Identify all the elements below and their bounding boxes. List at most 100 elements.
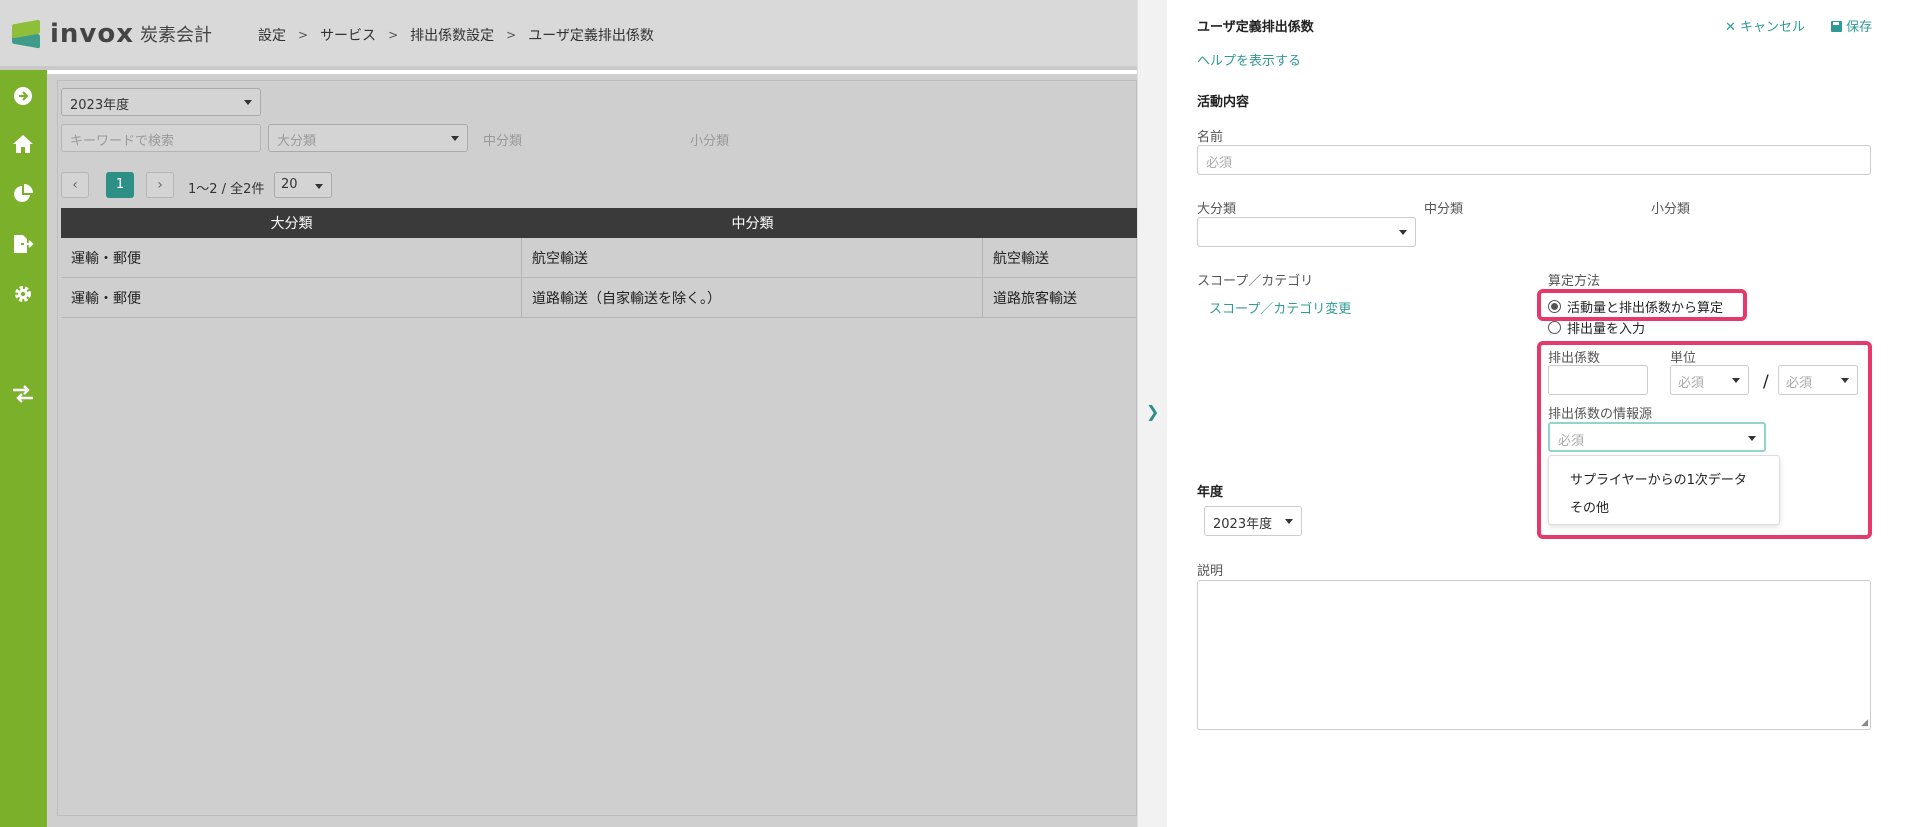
brand-name: invox xyxy=(50,19,135,49)
middle-label: 中分類 xyxy=(1424,202,1464,217)
breadcrumb-item-user-factor: ユーザ定義排出係数 xyxy=(528,28,654,44)
invox-logo-icon xyxy=(10,18,42,50)
app-header: invox 炭素会計 設定 > サービス > 排出係数設定 > ユーザ定義排出係… xyxy=(0,0,1137,70)
home-icon[interactable] xyxy=(11,132,35,156)
breadcrumb-item-service[interactable]: サービス xyxy=(320,25,376,45)
caret-down-icon xyxy=(451,136,459,141)
per-page-value: 20 xyxy=(281,177,298,192)
keyword-search-placeholder: キーワードで検索 xyxy=(70,134,175,149)
table-cell: 航空輸送 xyxy=(522,238,983,277)
cancel-label: キャンセル xyxy=(1740,20,1806,35)
dropdown-option[interactable]: サプライヤーからの1次データ xyxy=(1570,469,1747,488)
resize-handle-icon[interactable]: ◢ xyxy=(1861,718,1868,728)
save-button[interactable]: 保存 xyxy=(1831,16,1872,35)
name-input[interactable]: 必須 xyxy=(1197,145,1871,175)
prev-page-button[interactable]: ‹ xyxy=(61,172,89,198)
caret-down-icon xyxy=(244,100,252,105)
table-cell: 航空輸送 xyxy=(993,250,1049,267)
unit-select-2[interactable]: 必須 xyxy=(1778,365,1858,395)
minor-label: 小分類 xyxy=(1651,202,1691,217)
caret-down-icon xyxy=(1841,378,1849,383)
year-select-value: 2023年度 xyxy=(1213,517,1273,532)
scope-change-link[interactable]: スコープ／カテゴリ変更 xyxy=(1209,298,1351,317)
table-cell: 運輸・郵便 xyxy=(61,278,522,317)
column-header-middle[interactable]: 中分類 xyxy=(522,208,983,238)
keyword-search-input[interactable]: キーワードで検索 xyxy=(61,124,261,152)
caret-down-icon xyxy=(1399,230,1407,235)
page-number-current[interactable]: 1 xyxy=(106,172,134,198)
year-select[interactable]: 2023年度 xyxy=(61,88,261,116)
table-cell: 道路輸送（自家輸送を除く。） xyxy=(522,278,983,317)
help-link[interactable]: ヘルプを表示する xyxy=(1197,50,1301,69)
breadcrumb: 設定 > サービス > 排出係数設定 > ユーザ定義排出係数 xyxy=(258,25,654,45)
pie-chart-icon[interactable] xyxy=(11,182,35,206)
factor-input[interactable] xyxy=(1548,365,1648,395)
table-cell: 道路旅客輸送 xyxy=(993,290,1077,307)
unit-separator: / xyxy=(1763,372,1769,392)
calc-option-label[interactable]: 活動量と排出係数から算定 xyxy=(1567,297,1723,316)
section-activity: 活動内容 xyxy=(1197,95,1250,110)
description-textarea[interactable]: ◢ xyxy=(1197,580,1871,730)
year-select[interactable]: 2023年度 xyxy=(1204,506,1302,536)
chevron-right-icon: > xyxy=(388,28,399,42)
file-export-icon[interactable] xyxy=(11,232,35,256)
table-row[interactable]: 運輸・郵便 航空輸送 航空輸送 xyxy=(61,238,1137,278)
minor-category-filter[interactable]: 小分類 xyxy=(690,130,729,149)
exchange-icon[interactable] xyxy=(11,382,35,406)
scope-label: スコープ／カテゴリ xyxy=(1197,274,1314,289)
calc-option-label[interactable]: 排出量を入力 xyxy=(1567,318,1645,337)
unit-placeholder-1: 必須 xyxy=(1678,376,1705,391)
cancel-button[interactable]: ✕ キャンセル xyxy=(1725,16,1805,35)
per-page-select[interactable]: 20 xyxy=(274,172,332,198)
source-label: 排出係数の情報源 xyxy=(1548,407,1653,422)
major-category-placeholder: 大分類 xyxy=(277,134,317,149)
year-select-value: 2023年度 xyxy=(70,98,130,113)
calc-method-label: 算定方法 xyxy=(1548,274,1601,289)
logo[interactable]: invox 炭素会計 xyxy=(10,18,212,50)
unit-label: 単位 xyxy=(1670,351,1697,366)
caret-down-icon xyxy=(315,184,323,189)
save-icon xyxy=(1831,21,1842,32)
unit-select-1[interactable]: 必須 xyxy=(1670,365,1749,395)
source-dropdown: サプライヤーからの1次データ その他 xyxy=(1548,455,1780,525)
chevron-right-icon[interactable]: ❯ xyxy=(1146,402,1159,421)
gear-icon[interactable] xyxy=(11,282,35,306)
description-label: 説明 xyxy=(1197,564,1224,579)
close-icon: ✕ xyxy=(1725,20,1736,35)
next-page-button[interactable]: › xyxy=(146,172,174,198)
source-placeholder: 必須 xyxy=(1558,434,1585,449)
caret-down-icon xyxy=(1285,519,1293,524)
chevron-right-icon: > xyxy=(506,28,517,42)
name-placeholder: 必須 xyxy=(1206,156,1233,171)
save-label: 保存 xyxy=(1846,20,1873,35)
caret-down-icon xyxy=(1732,378,1740,383)
calc-option-radio[interactable] xyxy=(1548,321,1561,334)
table-row[interactable]: 運輸・郵便 道路輸送（自家輸送を除く。） 道路旅客輸送 xyxy=(61,278,1137,318)
edit-panel: ユーザ定義排出係数 ✕ キャンセル 保存 ヘルプを表示する 活動内容 名前 必須… xyxy=(1167,0,1915,827)
breadcrumb-item-factor-settings[interactable]: 排出係数設定 xyxy=(410,25,494,45)
chevron-right-icon: > xyxy=(298,28,309,42)
unit-placeholder-2: 必須 xyxy=(1786,376,1813,391)
arrow-right-circle-icon[interactable] xyxy=(11,84,35,108)
major-category-select[interactable]: 大分類 xyxy=(268,124,468,152)
table-header: 大分類 中分類 xyxy=(61,208,1137,238)
middle-category-filter[interactable]: 中分類 xyxy=(483,130,522,149)
caret-down-icon xyxy=(1748,436,1756,441)
brand-subtitle: 炭素会計 xyxy=(140,25,213,46)
sidebar xyxy=(0,70,47,827)
name-label: 名前 xyxy=(1197,130,1224,145)
table-cell: 運輸・郵便 xyxy=(61,238,522,277)
year-label: 年度 xyxy=(1197,485,1224,500)
factor-label: 排出係数 xyxy=(1548,351,1601,366)
source-select[interactable]: 必須 xyxy=(1548,422,1766,452)
pager-summary: 1〜2 / 全2件 xyxy=(188,182,265,197)
panel-title: ユーザ定義排出係数 xyxy=(1197,20,1314,35)
major-category-select[interactable] xyxy=(1197,217,1416,247)
breadcrumb-item-settings[interactable]: 設定 xyxy=(258,25,286,45)
column-header-minor xyxy=(983,208,1137,238)
major-label: 大分類 xyxy=(1197,202,1237,217)
factor-table: 大分類 中分類 運輸・郵便 航空輸送 航空輸送 運輸・郵便 道路輸送（自家輸送を… xyxy=(61,208,1137,318)
calc-option-radio-selected[interactable] xyxy=(1548,300,1561,313)
dropdown-option[interactable]: その他 xyxy=(1570,497,1609,516)
column-header-major[interactable]: 大分類 xyxy=(61,208,522,238)
